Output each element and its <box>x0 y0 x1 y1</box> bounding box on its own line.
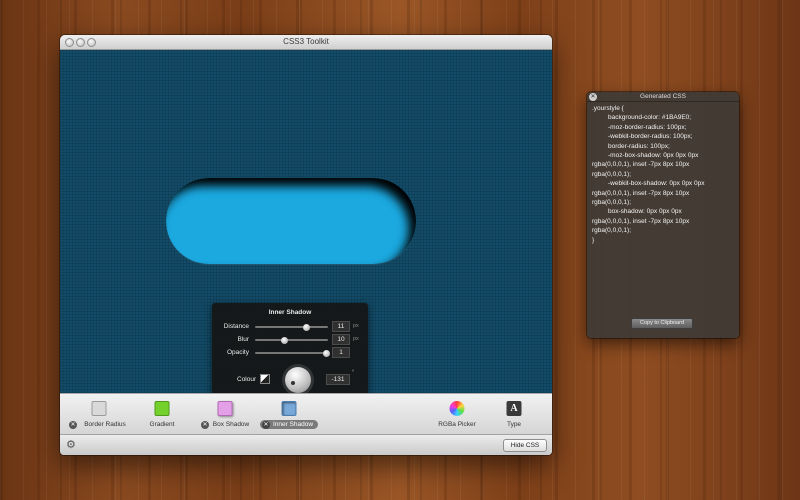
box-shadow-icon <box>217 401 233 416</box>
tool-bar: ✕ Border Radius Gradient ✕ Box Shadow ✕ … <box>60 393 552 434</box>
tool-label: Border Radius <box>84 421 126 428</box>
blur-unit: px <box>353 336 359 342</box>
tool-label: RGBa Picker <box>438 421 476 428</box>
distance-slider-thumb[interactable] <box>302 323 310 331</box>
preview-canvas: Inner Shadow Distance 11 px Blur 10 px O… <box>60 50 552 414</box>
css-code-line: -webkit-border-radius: 100px; <box>608 133 693 141</box>
opacity-label: Opacity <box>226 349 249 356</box>
blur-slider-thumb[interactable] <box>280 336 288 344</box>
main-window: CSS3 Toolkit Inner Shadow Distance 11 px… <box>60 35 552 455</box>
border-radius-icon <box>91 401 107 416</box>
css-code-line: rgba(0,0,0,1), inset -7px 8px 10px <box>592 217 690 225</box>
css-code-line: rgba(0,0,0,1); <box>592 199 632 207</box>
blur-label: Blur <box>237 336 249 343</box>
distance-unit: px <box>353 323 359 329</box>
opacity-value[interactable]: 1 <box>332 347 350 358</box>
colour-swatch[interactable] <box>260 374 270 384</box>
css-code-line: rgba(0,0,0,1), inset -7px 8px 10px <box>592 189 690 197</box>
blur-slider[interactable] <box>255 336 328 344</box>
css-code-line: .yourstyle { <box>592 105 624 112</box>
gradient-icon <box>154 401 170 416</box>
generated-css-code[interactable]: .yourstyle {background-color: #1BA9E0; -m… <box>592 104 734 245</box>
tool-label: Gradient <box>149 421 175 428</box>
css-code-line: box-shadow: 0px 0px 0px <box>608 208 682 216</box>
bottom-bar: ⚙ Hide CSS <box>60 434 552 455</box>
distance-slider[interactable] <box>255 323 328 331</box>
distance-label: Distance <box>223 323 249 330</box>
type-icon: A <box>506 401 522 416</box>
angle-dial[interactable] <box>285 367 311 393</box>
css-code-line: } <box>592 236 595 244</box>
gear-icon[interactable]: ⚙ <box>66 439 76 451</box>
copy-to-clipboard-button[interactable]: Copy to Clipboard <box>631 318 693 329</box>
inner-shadow-icon <box>281 401 297 416</box>
css-code-line: border-radius: 100px; <box>608 142 670 150</box>
panel-title: Generated CSS <box>640 93 686 100</box>
tool-label: Type <box>506 421 522 428</box>
remove-inner-shadow-icon[interactable]: ✕ <box>262 421 270 429</box>
distance-value[interactable]: 11 <box>332 321 350 332</box>
angle-dial-indicator <box>291 381 295 385</box>
blur-value[interactable]: 10 <box>332 334 350 345</box>
tool-label: Box Shadow <box>212 421 250 428</box>
css-code-line: -webkit-box-shadow: 0px 0px 0px <box>608 180 705 188</box>
opacity-control: Opacity 1 <box>212 347 368 359</box>
remove-border-radius-icon[interactable]: ✕ <box>69 421 77 429</box>
blur-control: Blur 10 px <box>212 334 368 346</box>
opacity-slider-thumb[interactable] <box>323 349 331 357</box>
window-title: CSS3 Toolkit <box>283 37 329 46</box>
popover-title: Inner Shadow <box>268 309 312 316</box>
css-code-line: rgba(0,0,0,1), inset -7px 8px 10px <box>592 161 690 169</box>
css-code-line: background-color: #1BA9E0; <box>608 114 692 122</box>
color-wheel-icon <box>449 401 465 416</box>
css-code-line: -moz-box-shadow: 0px 0px 0px <box>608 152 699 160</box>
opacity-slider[interactable] <box>255 349 331 357</box>
angle-value[interactable]: -131 <box>326 374 350 385</box>
css-code-line: rgba(0,0,0,1); <box>592 227 632 235</box>
preview-shape[interactable] <box>166 178 416 264</box>
generated-css-panel: ✕ Generated CSS .yourstyle {background-c… <box>587 92 739 338</box>
preview-shape-frame <box>166 178 416 264</box>
distance-control: Distance 11 px <box>212 321 368 333</box>
colour-label: Colour <box>237 376 257 383</box>
css-code-line: -moz-border-radius: 100px; <box>608 123 687 131</box>
hide-css-button[interactable]: Hide CSS <box>503 439 547 452</box>
degree-symbol: ° <box>352 370 355 376</box>
title-bar[interactable]: CSS3 Toolkit <box>60 35 552 50</box>
css-code-line: rgba(0,0,0,1); <box>592 170 632 178</box>
